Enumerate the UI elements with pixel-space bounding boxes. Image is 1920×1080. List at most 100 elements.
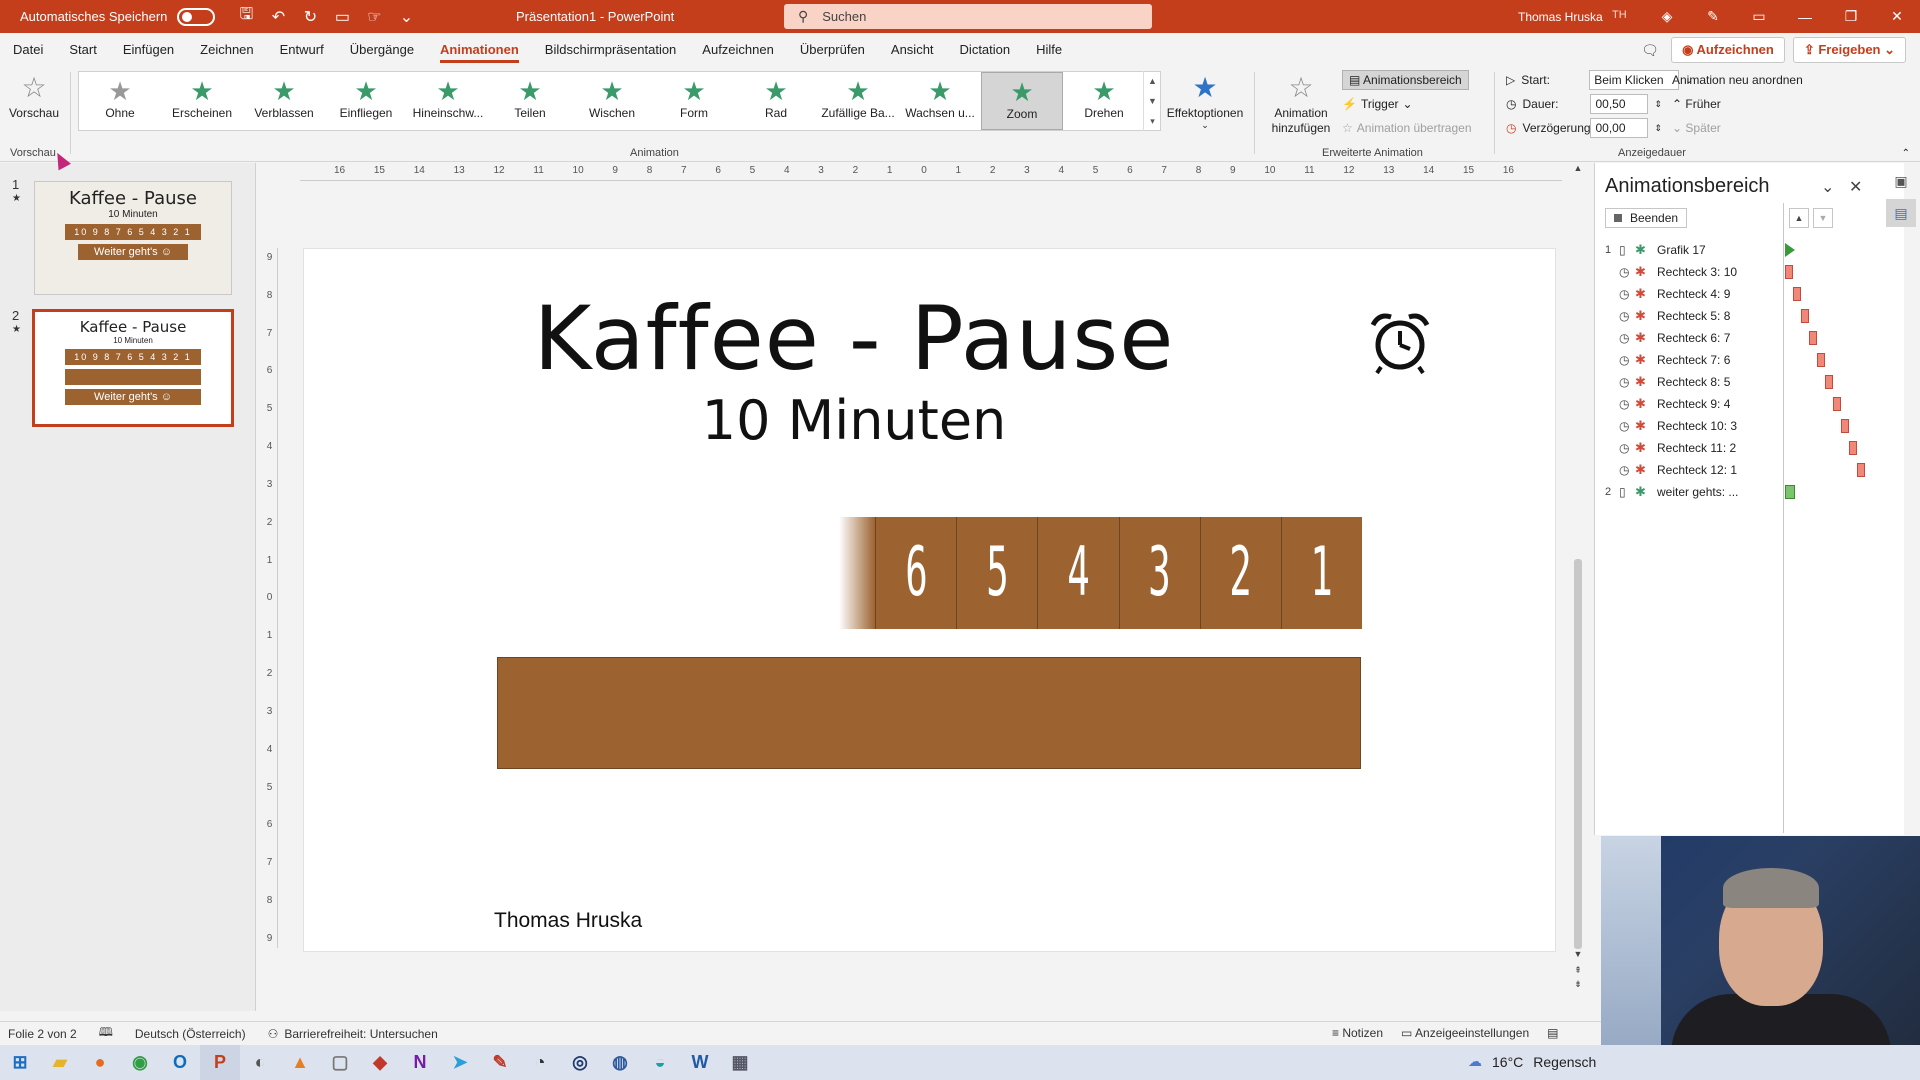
- outlook-icon[interactable]: O: [160, 1045, 200, 1080]
- tab-8[interactable]: Aufzeichnen: [689, 33, 787, 66]
- pen-icon[interactable]: ✎: [1690, 8, 1736, 25]
- alarm-clock-icon[interactable]: [1367, 309, 1433, 375]
- timeline-bar[interactable]: [1825, 375, 1833, 389]
- autosave-toggle-group[interactable]: Automatisches Speichern: [20, 7, 216, 26]
- slide-thumbnail-1[interactable]: Kaffee - Pause 10 Minuten 10 9 8 7 6 5 4…: [34, 181, 232, 295]
- add-animation-button[interactable]: ☆ Animation hinzufügen: [1262, 70, 1340, 136]
- scroll-thumb[interactable]: [1574, 559, 1582, 949]
- animation-list-item[interactable]: ◷ ✱ Rechteck 3: 10: [1605, 261, 1837, 283]
- ribbon-display-icon[interactable]: ▭: [1736, 8, 1782, 25]
- animation-list-item[interactable]: ◷ ✱ Rechteck 7: 6: [1605, 349, 1837, 371]
- pane-close-icon[interactable]: ✕: [1849, 177, 1862, 197]
- diamond-icon[interactable]: ◈: [1644, 8, 1690, 25]
- animation-list-item[interactable]: ◷ ✱ Rechteck 9: 4: [1605, 393, 1841, 415]
- timeline-bar[interactable]: [1785, 265, 1793, 279]
- next-message-rectangle[interactable]: [497, 657, 1361, 769]
- animation-list-item[interactable]: ◷ ✱ Rechteck 6: 7: [1605, 327, 1837, 349]
- animation-list-item[interactable]: 1 ▯ ✱ Grafik 17: [1605, 239, 1837, 261]
- stop-button[interactable]: Beenden: [1605, 208, 1688, 228]
- slide-title[interactable]: Kaffee - Pause: [304, 287, 1404, 390]
- app8-icon[interactable]: ▦: [720, 1045, 760, 1080]
- countdown-cell[interactable]: 6: [875, 517, 957, 629]
- app7-icon[interactable]: ◍: [600, 1045, 640, 1080]
- tab-9[interactable]: Überprüfen: [787, 33, 878, 66]
- effect-options-button[interactable]: ★ Effektoptionen ⌄: [1166, 70, 1244, 131]
- duration-input[interactable]: 00,50: [1590, 94, 1649, 114]
- customize-qat-icon[interactable]: ⌄: [397, 7, 415, 27]
- timeline-bar[interactable]: [1785, 243, 1795, 257]
- slide-scrollbar[interactable]: ▲ ▼ ⇞ ⇟: [1570, 163, 1586, 995]
- weather-widget[interactable]: ☁ 16°C Regensch: [1468, 1053, 1596, 1070]
- animation-list-item[interactable]: ◷ ✱ Rechteck 11: 2: [1605, 437, 1857, 459]
- countdown-cell[interactable]: 1: [1280, 517, 1363, 629]
- timeline-bar[interactable]: [1809, 331, 1817, 345]
- animation-list-item[interactable]: ◷ ✱ Rechteck 10: 3: [1605, 415, 1849, 437]
- timeline-bar[interactable]: [1793, 287, 1801, 301]
- countdown-cell[interactable]: 2: [1199, 517, 1281, 629]
- animation-list-item[interactable]: ◷ ✱ Rechteck 4: 9: [1605, 283, 1837, 305]
- chrome-icon[interactable]: ◉: [120, 1045, 160, 1080]
- tab-1[interactable]: Start: [56, 33, 109, 66]
- animation-option-12[interactable]: ★ Drehen: [1063, 72, 1145, 130]
- tab-6[interactable]: Animationen: [427, 33, 532, 66]
- app2-icon[interactable]: ▢: [320, 1045, 360, 1080]
- timeline-bar[interactable]: [1857, 463, 1865, 477]
- countdown-cell[interactable]: 3: [1118, 517, 1200, 629]
- animation-pane-toggle-icon[interactable]: ▤: [1886, 199, 1916, 227]
- countdown-cell[interactable]: 4: [1037, 517, 1119, 629]
- windows-start-icon[interactable]: ⊞: [0, 1045, 40, 1080]
- animation-option-4[interactable]: ★ Hineinschw...: [407, 72, 489, 130]
- language-indicator[interactable]: Deutsch (Österreich): [135, 1027, 246, 1041]
- tab-12[interactable]: Hilfe: [1023, 33, 1075, 66]
- animation-list-item[interactable]: ◷ ✱ Rechteck 12: 1: [1605, 459, 1865, 481]
- pane-options-chevron-icon[interactable]: ⌄: [1821, 177, 1834, 197]
- onenote-icon[interactable]: N: [400, 1045, 440, 1080]
- accessibility-checker[interactable]: ⚇ Barrierefreiheit: Untersuchen: [268, 1027, 438, 1041]
- copy-animation-button[interactable]: ☆ Animation übertragen: [1342, 116, 1472, 140]
- firefox-icon[interactable]: ●: [80, 1045, 120, 1080]
- save-icon[interactable]: 🖫: [237, 3, 255, 30]
- timeline-bar[interactable]: [1817, 353, 1825, 367]
- start-select[interactable]: Beim Klicken: [1589, 70, 1680, 90]
- file-explorer-icon[interactable]: ▰: [40, 1045, 80, 1080]
- tab-7[interactable]: Bildschirmpräsentation: [532, 33, 690, 66]
- animation-option-10[interactable]: ★ Wachsen u...: [899, 72, 981, 130]
- animation-option-5[interactable]: ★ Teilen: [489, 72, 571, 130]
- preview-button[interactable]: ☆ Vorschau: [6, 70, 62, 120]
- move-down-icon[interactable]: ▼: [1813, 208, 1833, 228]
- normal-view-icon[interactable]: ▤: [1547, 1026, 1558, 1040]
- animation-option-6[interactable]: ★ Wischen: [571, 72, 653, 130]
- animation-list-item[interactable]: ◷ ✱ Rechteck 8: 5: [1605, 371, 1837, 393]
- telegram-icon[interactable]: ➤: [440, 1045, 480, 1080]
- minimize-icon[interactable]: —: [1782, 9, 1828, 25]
- user-name[interactable]: Thomas Hruska: [1518, 10, 1603, 24]
- animation-option-7[interactable]: ★ Form: [653, 72, 735, 130]
- timeline-bar[interactable]: [1833, 397, 1841, 411]
- redo-icon[interactable]: ↻: [301, 7, 319, 27]
- tab-4[interactable]: Entwurf: [267, 33, 337, 66]
- animation-option-1[interactable]: ★ Erscheinen: [161, 72, 243, 130]
- move-up-icon[interactable]: ▲: [1789, 208, 1809, 228]
- user-avatar[interactable]: TH: [1612, 9, 1627, 21]
- animation-option-0[interactable]: ★ Ohne: [79, 72, 161, 130]
- scroll-down-icon[interactable]: ▼: [1570, 949, 1586, 959]
- timeline-bar[interactable]: [1801, 309, 1809, 323]
- animation-option-3[interactable]: ★ Einfliegen: [325, 72, 407, 130]
- countdown-cell[interactable]: 5: [956, 517, 1038, 629]
- app-icon[interactable]: ◐: [240, 1045, 280, 1080]
- close-icon[interactable]: ✕: [1874, 8, 1920, 25]
- timeline-bar[interactable]: [1841, 419, 1849, 433]
- slide-author[interactable]: Thomas Hruska: [494, 909, 642, 933]
- animation-list-item[interactable]: ◷ ✱ Rechteck 5: 8: [1605, 305, 1837, 327]
- animation-list-item[interactable]: 2 ▯ ✱ weiter gehts: ...: [1605, 481, 1837, 503]
- notes-button[interactable]: ≡ Notizen: [1332, 1026, 1383, 1040]
- trigger-button[interactable]: ⚡ Trigger ⌄: [1342, 92, 1472, 116]
- display-settings-button[interactable]: ▭ Anzeigeeinstellungen: [1401, 1026, 1529, 1040]
- tab-0[interactable]: Datei: [0, 33, 56, 66]
- animation-option-11[interactable]: ★ Zoom: [981, 72, 1063, 130]
- tab-11[interactable]: Dictation: [947, 33, 1024, 66]
- animation-option-2[interactable]: ★ Verblassen: [243, 72, 325, 130]
- tab-3[interactable]: Zeichnen: [187, 33, 266, 66]
- autosave-toggle[interactable]: [177, 7, 216, 26]
- present-icon[interactable]: ▭: [333, 7, 351, 27]
